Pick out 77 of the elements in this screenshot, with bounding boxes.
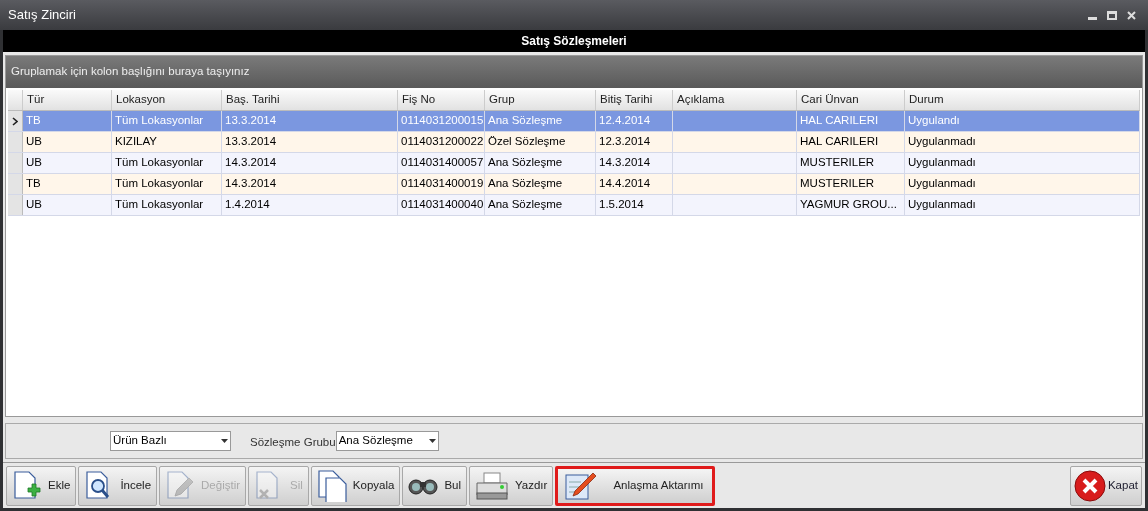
table-cell-text: 0114031400040	[401, 197, 484, 213]
toolbar-button[interactable]: Kopyala	[310, 465, 401, 506]
table-cell-text: Uygulanmadı	[908, 134, 976, 150]
close-icon[interactable]	[1127, 10, 1136, 20]
table-cell-text: Uygulanmadı	[908, 176, 976, 192]
column-header[interactable]: Bitiş Tarihi	[596, 90, 673, 110]
table-cell-text: TB	[26, 176, 41, 192]
table-cell-text: HAL CARILERI	[800, 113, 879, 129]
table-cell-text: 1.5.2014	[599, 197, 644, 213]
table-cell-text: Tüm Lokasyonlar	[115, 113, 204, 129]
table-cell-text: 14.4.2014	[599, 176, 651, 192]
table-cell-text: MUSTERILER	[800, 155, 875, 171]
table-cell-text: UB	[26, 155, 42, 171]
dropdown-arrow-icon	[428, 439, 436, 443]
group-select[interactable]: Ana Sözleşme	[335, 431, 439, 451]
table-cell-text: 14.3.2014	[225, 155, 277, 171]
group-hint: Gruplamak için kolon başlığını buraya taşıyınız	[11, 64, 250, 80]
printer-icon	[475, 470, 509, 501]
toolbar-button[interactable]: İncele	[78, 465, 158, 506]
group-label: Sözleşme Grubu	[250, 435, 336, 451]
document-pencil-icon	[165, 469, 196, 502]
column-header[interactable]: Baş. Tarihi	[222, 90, 398, 110]
table-cell-text: Ana Sözleşme	[488, 197, 563, 213]
column-header[interactable]: Tür	[23, 90, 112, 110]
table-cell-text: Özel Sözleşme	[488, 134, 566, 150]
table-cell-text: YAGMUR GROU...	[800, 197, 897, 213]
table-cell-text: 12.4.2014	[599, 113, 651, 129]
table-cell-text: Uygulandı	[908, 113, 960, 129]
table-row[interactable]: UB Tüm Lokasyonlar 1.4.2014 0114031400040 Ana Sözleşme 1.5.2014 YAGMUR GROU... Uygulanmadı	[8, 195, 1140, 216]
table-cell-text: 14.3.2014	[599, 155, 651, 171]
table-row[interactable]: TB Tüm Lokasyonlar 14.3.2014 0114031400019 Ana Sözleşme 14.4.2014 MUSTERILER Uygulanmadı	[8, 174, 1140, 195]
close-button[interactable]: Kapat	[1069, 465, 1142, 506]
column-header[interactable]: Cari Ünvan	[797, 90, 905, 110]
maximize-icon[interactable]	[1107, 10, 1117, 20]
column-header[interactable]: Açıklama	[673, 90, 797, 110]
table-cell-text: 0114031400057	[401, 155, 484, 171]
table-cell-text: Ana Sözleşme	[488, 176, 563, 192]
type-select[interactable]: Ürün Bazlı	[110, 431, 231, 451]
dropdown-arrow-icon	[221, 439, 228, 443]
table-row[interactable]: UB KIZILAY 13.3.2014 0114031200022 Özel Sözleşme 12.3.2014 HAL CARILERI Uygulanmadı	[8, 132, 1140, 153]
row-indicator[interactable]	[8, 111, 23, 131]
table-cell-text: 0114031200022	[401, 134, 484, 150]
table-row[interactable]: UB Tüm Lokasyonlar 14.3.2014 0114031400057 Ana Sözleşme 14.3.2014 MUSTERILER Uygulanmadı	[8, 153, 1140, 174]
table-cell-text: UB	[26, 134, 42, 150]
panel-title: Satış Sözleşmeleri	[521, 33, 627, 50]
toolbar-button[interactable]: Anlaşma Aktarımı	[555, 465, 715, 506]
table-cell-text: HAL CARILERI	[800, 134, 879, 150]
table-cell-text: Uygulanmadı	[908, 155, 976, 171]
toolbar-button[interactable]: Bul	[402, 465, 467, 506]
close-icon	[1073, 469, 1106, 502]
table-cell-text: KIZILAY	[115, 134, 157, 150]
table-cell-text: 0114031200015	[401, 113, 484, 129]
column-header[interactable]: Durum	[905, 90, 1140, 110]
row-pointer-icon	[12, 116, 18, 126]
toolbar-button[interactable]: Yazdır	[469, 465, 554, 506]
column-header[interactable]: Lokasyon	[112, 90, 222, 110]
table-cell-text: Tüm Lokasyonlar	[115, 197, 204, 213]
table-cell-text: UB	[26, 197, 42, 213]
table-cell-text: MUSTERILER	[800, 176, 875, 192]
toolbar-button[interactable]: Ekle	[6, 465, 77, 506]
table-cell-text: 0114031400019	[401, 176, 484, 192]
table-cell-text: 1.4.2014	[225, 197, 270, 213]
table-cell-text: Ana Sözleşme	[488, 155, 563, 171]
document-add-icon	[12, 469, 42, 502]
two-documents-icon	[316, 469, 347, 502]
table-cell-text: Tüm Lokasyonlar	[115, 176, 204, 192]
table-cell-text: 13.3.2014	[225, 134, 277, 150]
window-title: Satış Zinciri	[8, 6, 76, 25]
table-cell-text: 14.3.2014	[225, 176, 277, 192]
table-cell-text: TB	[26, 113, 41, 129]
column-header[interactable]: Fiş No	[398, 90, 485, 110]
table-cell-text: Tüm Lokasyonlar	[115, 155, 204, 171]
table-cell-text: Uygulanmadı	[908, 197, 976, 213]
column-header[interactable]: Grup	[485, 90, 596, 110]
table-cell-text: Ana Sözleşme	[488, 113, 563, 129]
table-cell-text: 13.3.2014	[225, 113, 277, 129]
table-cell-text: 12.3.2014	[599, 134, 651, 150]
